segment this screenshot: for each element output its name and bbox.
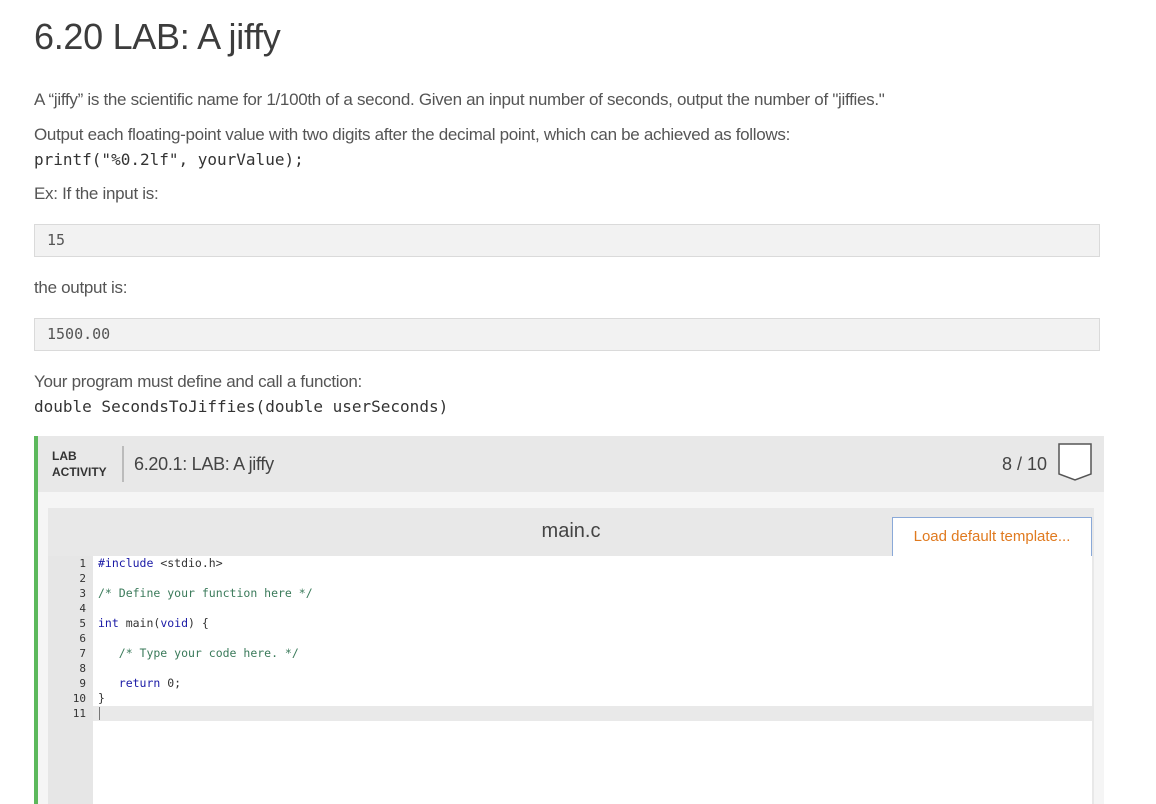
text-cursor xyxy=(99,707,100,720)
line-number: 6 xyxy=(79,632,86,645)
line-number: 3 xyxy=(79,587,86,600)
completion-badge-icon xyxy=(1058,443,1092,481)
line-number: 1 xyxy=(79,557,86,570)
code-editor-panel: main.c Load default template... 1 2 3 4 … xyxy=(48,508,1094,804)
code-line-7: /* Type your code here. */ xyxy=(98,646,299,660)
code-line-1: #include <stdio.h> xyxy=(98,556,223,571)
line-number: 8 xyxy=(79,662,86,675)
line-number: 5 xyxy=(79,617,86,630)
line-number: 4 xyxy=(79,602,86,615)
lab-separator xyxy=(122,446,124,482)
line-number-gutter: 1 2 3 4 5 6 7 8 9 10 11 xyxy=(48,556,93,804)
code-token: int xyxy=(98,616,119,630)
format-code: printf("%0.2lf", yourValue); xyxy=(34,150,304,169)
active-line-highlight xyxy=(93,706,1092,721)
line-number: 10 xyxy=(72,692,86,705)
lab-header: LAB ACTIVITY 6.20.1: LAB: A jiffy 8 / 10 xyxy=(38,436,1104,492)
code-editor[interactable]: 1 2 3 4 5 6 7 8 9 10 11 #include <stdio.… xyxy=(48,556,1092,804)
intro-text: A “jiffy” is the scientific name for 1/1… xyxy=(34,90,885,109)
code-line-9: return 0; xyxy=(98,676,181,691)
line-number: 7 xyxy=(79,647,86,660)
format-note: Output each floating-point value with tw… xyxy=(34,125,791,144)
code-token: 0; xyxy=(160,676,182,690)
line-number: 11 xyxy=(72,707,86,720)
code-token: <stdio.h> xyxy=(153,556,223,570)
page-title: 6.20 LAB: A jiffy xyxy=(34,16,281,57)
example-input-box: 15 xyxy=(34,224,1100,257)
code-token: main( xyxy=(118,616,161,630)
function-signature: double SecondsToJiffies(double userSecon… xyxy=(34,397,449,416)
output-intro: the output is: xyxy=(34,278,128,297)
lab-tag-line2: ACTIVITY xyxy=(52,465,107,479)
code-line-5: int main(void) { xyxy=(98,616,209,631)
lab-activity-tag: LAB ACTIVITY xyxy=(52,448,107,480)
line-number: 2 xyxy=(79,572,86,585)
lab-tag-line1: LAB xyxy=(52,449,77,463)
code-token: #include xyxy=(98,556,154,570)
example-intro: Ex: If the input is: xyxy=(34,184,159,203)
function-note: Your program must define and call a func… xyxy=(34,372,362,391)
load-default-template-button[interactable]: Load default template... xyxy=(892,517,1092,557)
line-number: 9 xyxy=(79,677,86,690)
example-output-box: 1500.00 xyxy=(34,318,1100,351)
code-token: return xyxy=(98,676,161,690)
lab-activity: LAB ACTIVITY 6.20.1: LAB: A jiffy 8 / 10… xyxy=(34,436,1104,804)
code-line-10: } xyxy=(98,691,105,705)
lab-score: 8 / 10 xyxy=(1002,454,1048,474)
code-line-3: /* Define your function here */ xyxy=(98,586,313,600)
lab-name: 6.20.1: LAB: A jiffy xyxy=(134,454,274,474)
code-token: ) { xyxy=(188,616,209,630)
code-token: void xyxy=(160,616,189,630)
